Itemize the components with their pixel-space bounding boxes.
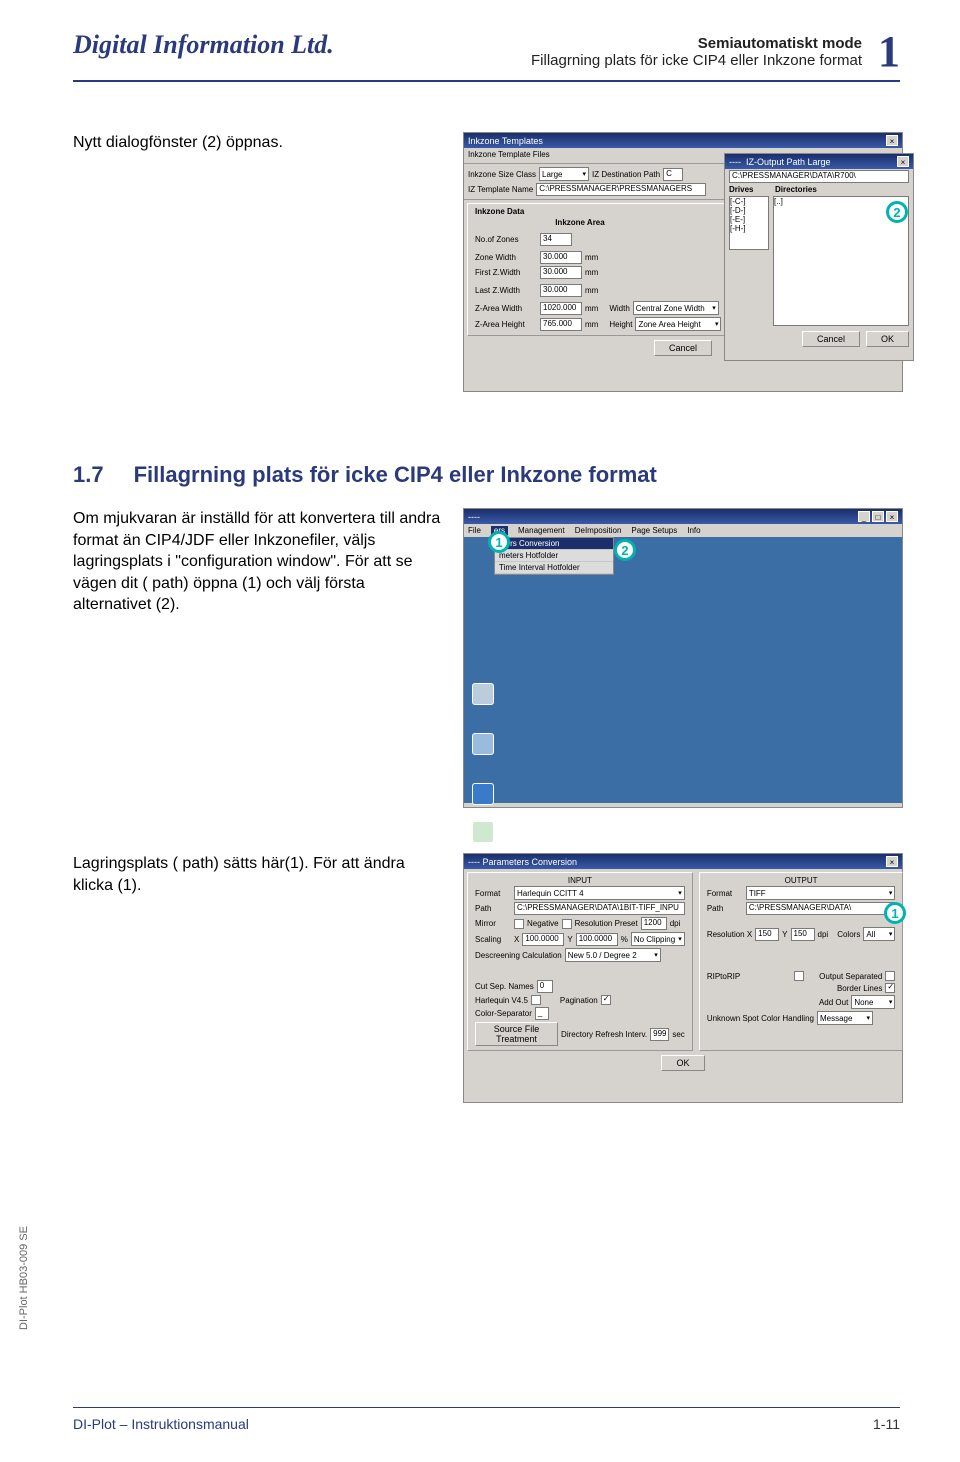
menu-info[interactable]: Info xyxy=(687,526,700,535)
minimize-icon[interactable]: _ xyxy=(858,511,870,522)
refresh-interval-input[interactable]: 999 xyxy=(650,1028,669,1041)
harlequin-check[interactable] xyxy=(531,995,541,1005)
riptorip-check[interactable] xyxy=(794,971,804,981)
destpath-input[interactable]: C xyxy=(663,168,683,181)
app-main-window: ---- _ □ × File ers Management DeImposit… xyxy=(463,508,903,808)
lastz-input[interactable]: 30.000 xyxy=(540,284,582,297)
page-header: Digital Information Ltd. Semiautomatiskt… xyxy=(73,30,900,82)
win1-bottom-cancel-button[interactable]: Cancel xyxy=(654,340,712,356)
menuitem-timeinterval-hotfolder[interactable]: Time Interval Hotfolder xyxy=(495,562,613,574)
nested-cancel-button[interactable]: Cancel xyxy=(802,331,860,347)
sizeclass-select[interactable]: Large xyxy=(539,167,589,181)
close-icon[interactable]: × xyxy=(886,856,898,867)
path-out-input[interactable]: C:\PRESSMANAGER\DATA\ xyxy=(746,902,896,915)
callout-marker-1: 1 xyxy=(884,902,906,924)
zaw-input[interactable]: 1020.000 xyxy=(540,302,582,315)
nested-ok-button[interactable]: OK xyxy=(866,331,909,347)
win3-ok-button[interactable]: OK xyxy=(661,1055,704,1071)
page-footer: DI-Plot – Instruktionsmanual 1-11 xyxy=(73,1407,900,1432)
header-right: Semiautomatiskt mode Fillagrning plats f… xyxy=(531,30,900,74)
callout-marker-2: 2 xyxy=(886,201,908,223)
tmplname-input[interactable]: C:\PRESSMANAGER\PRESSMANAGERS xyxy=(536,183,706,196)
intro-text: Nytt dialogfönster (2) öppnas. xyxy=(73,132,443,392)
desktop-icon[interactable] xyxy=(472,783,494,805)
path-in-input[interactable]: C:\PRESSMANAGER\DATA\1BIT-TIFF_INPU xyxy=(514,902,685,915)
firstz-input[interactable]: 30.000 xyxy=(540,266,582,279)
iz-output-path-window: ---- IZ-Output Path Large × C:\PRESSMANA… xyxy=(724,153,914,361)
footer-left: DI-Plot – Instruktionsmanual xyxy=(73,1416,249,1432)
menubar[interactable]: File ers Management DeImposition Page Se… xyxy=(464,524,902,537)
output-group: OUTPUT FormatTIFF PathC:\PRESSMANAGER\DA… xyxy=(699,872,904,1051)
side-doc-code: DI-Plot HB03-009 SE xyxy=(18,1226,30,1330)
height-select[interactable]: Zone Area Height xyxy=(635,317,721,331)
addout-select[interactable]: None xyxy=(851,995,895,1009)
scaley-input[interactable]: 100.0000 xyxy=(576,933,618,946)
brand: Digital Information Ltd. xyxy=(73,30,334,60)
cutsep-input[interactable]: 0 xyxy=(537,980,553,993)
pagination-check[interactable]: ✓ xyxy=(601,995,611,1005)
close-icon[interactable]: × xyxy=(897,156,909,167)
win3-titlebar: ---- Parameters Conversion× xyxy=(464,854,902,869)
descreen-select[interactable]: New 5.0 / Degree 2 xyxy=(565,948,661,962)
mirror-check[interactable] xyxy=(514,919,524,929)
outputsep-check[interactable] xyxy=(885,971,895,981)
desktop-icon[interactable] xyxy=(472,683,494,705)
close-icon[interactable]: × xyxy=(886,511,898,522)
callout-marker-1: 1 xyxy=(488,531,510,553)
maximize-icon[interactable]: □ xyxy=(872,511,884,522)
colsep-input[interactable]: _ xyxy=(535,1007,549,1020)
win1-titlebar: Inkzone Templates× xyxy=(464,133,902,148)
sizeclass-label: Inkzone Size Class xyxy=(468,170,536,179)
resy-input[interactable]: 150 xyxy=(791,928,815,941)
section-heading: 1.7 Fillagrning plats för icke CIP4 elle… xyxy=(73,462,900,488)
win2-titlebar: ---- _ □ × xyxy=(464,509,902,524)
width-select[interactable]: Central Zone Width xyxy=(633,301,719,315)
resx-input[interactable]: 150 xyxy=(755,928,779,941)
drives-list[interactable]: [-C-] [-D-] [-E-] [-H-] xyxy=(729,196,769,250)
scalex-input[interactable]: 100.0000 xyxy=(522,933,564,946)
border-check[interactable]: ✓ xyxy=(885,983,895,993)
tmplname-label: IZ Template Name xyxy=(468,185,533,194)
parameters-conversion-window: ---- Parameters Conversion× INPUT Format… xyxy=(463,853,903,1103)
menu-pagesetups[interactable]: Page Setups xyxy=(631,526,677,535)
nozones-input[interactable]: 34 xyxy=(540,233,572,246)
zonewidth-input[interactable]: 30.000 xyxy=(540,251,582,264)
footer-right: 1-11 xyxy=(873,1416,900,1432)
menuitem-eters-conversion[interactable]: eters Conversion xyxy=(495,538,613,550)
nested-titlebar: ---- IZ-Output Path Large × xyxy=(725,154,913,169)
section-paragraph-2: Lagringsplats ( path) sätts här(1). För … xyxy=(73,853,443,1103)
section-paragraph-1: Om mjukvaran är inställd för att konvert… xyxy=(73,508,443,808)
format-in-select[interactable]: Harlequin CCITT 4 xyxy=(514,886,685,900)
header-mode: Semiautomatiskt mode xyxy=(531,35,862,52)
input-group: INPUT FormatHarlequin CCITT 4 PathC:\PRE… xyxy=(467,872,693,1051)
inkzone-templates-window: Inkzone Templates× Inkzone Template File… xyxy=(463,132,903,392)
spotcolor-select[interactable]: Message xyxy=(817,1011,873,1025)
respreset-input[interactable]: 1200 xyxy=(641,917,667,930)
menu-file[interactable]: File xyxy=(468,526,481,535)
negative-check[interactable] xyxy=(562,919,572,929)
close-icon[interactable]: × xyxy=(886,135,898,146)
zah-input[interactable]: 765.000 xyxy=(540,318,582,331)
format-out-select[interactable]: TIFF xyxy=(746,886,896,900)
clipping-select[interactable]: No Clipping xyxy=(631,932,685,946)
menu-management[interactable]: Management xyxy=(518,526,565,535)
callout-marker-2: 2 xyxy=(614,539,636,561)
chapter-number: 1 xyxy=(878,30,900,74)
dropdown-menu: eters Conversion meters Hotfolder Time I… xyxy=(494,537,614,575)
nested-path-input[interactable]: C:\PRESSMANAGER\DATA\R700\ xyxy=(729,170,909,183)
menuitem-meters-hotfolder[interactable]: meters Hotfolder xyxy=(495,550,613,562)
colors-select[interactable]: All xyxy=(863,927,895,941)
source-file-treatment-button[interactable]: Source File Treatment xyxy=(475,1022,558,1046)
destpath-label: IZ Destination Path xyxy=(592,170,660,179)
menu-deimposition[interactable]: DeImposition xyxy=(575,526,622,535)
desktop-icon[interactable] xyxy=(472,733,494,755)
header-subtitle: Fillagrning plats för icke CIP4 eller In… xyxy=(531,52,862,69)
desktop-icon[interactable] xyxy=(472,821,494,843)
